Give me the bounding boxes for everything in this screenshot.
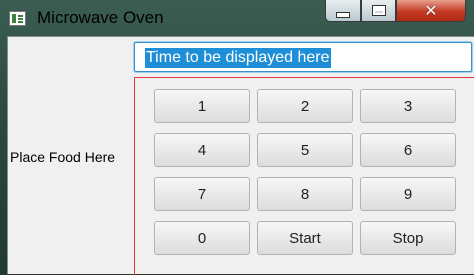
close-icon: ✕: [424, 0, 438, 20]
title-bar[interactable]: Microwave Oven ✕: [0, 0, 474, 36]
stop-button[interactable]: Stop: [360, 221, 456, 255]
key-1[interactable]: 1: [154, 89, 250, 123]
key-3[interactable]: 3: [360, 89, 456, 123]
maximize-icon: [371, 5, 386, 16]
key-9[interactable]: 9: [360, 177, 456, 211]
close-button[interactable]: ✕: [396, 0, 466, 22]
minimize-button[interactable]: [325, 0, 361, 22]
window-title: Microwave Oven: [37, 8, 164, 27]
key-6[interactable]: 6: [360, 133, 456, 167]
key-7[interactable]: 7: [154, 177, 250, 211]
start-button[interactable]: Start: [257, 221, 353, 255]
microwave-app-icon: [9, 11, 26, 26]
minimize-icon: [336, 11, 350, 18]
time-display-text: Time to be displayed here: [145, 48, 331, 68]
maximize-button[interactable]: [361, 0, 396, 22]
key-4[interactable]: 4: [154, 133, 250, 167]
key-0[interactable]: 0: [154, 221, 250, 255]
key-2[interactable]: 2: [257, 89, 353, 123]
time-display-field[interactable]: Time to be displayed here: [134, 42, 472, 72]
content-area: Place Food Here Time to be displayed her…: [7, 36, 474, 275]
app-window: Microwave Oven ✕ Place Food Here Time to…: [0, 0, 474, 275]
keypad-panel: 1 2 3 4 5 6 7 8 9 0 Start Stop: [134, 77, 474, 275]
key-8[interactable]: 8: [257, 177, 353, 211]
food-area-label[interactable]: Place Food Here: [10, 149, 115, 165]
key-5[interactable]: 5: [257, 133, 353, 167]
